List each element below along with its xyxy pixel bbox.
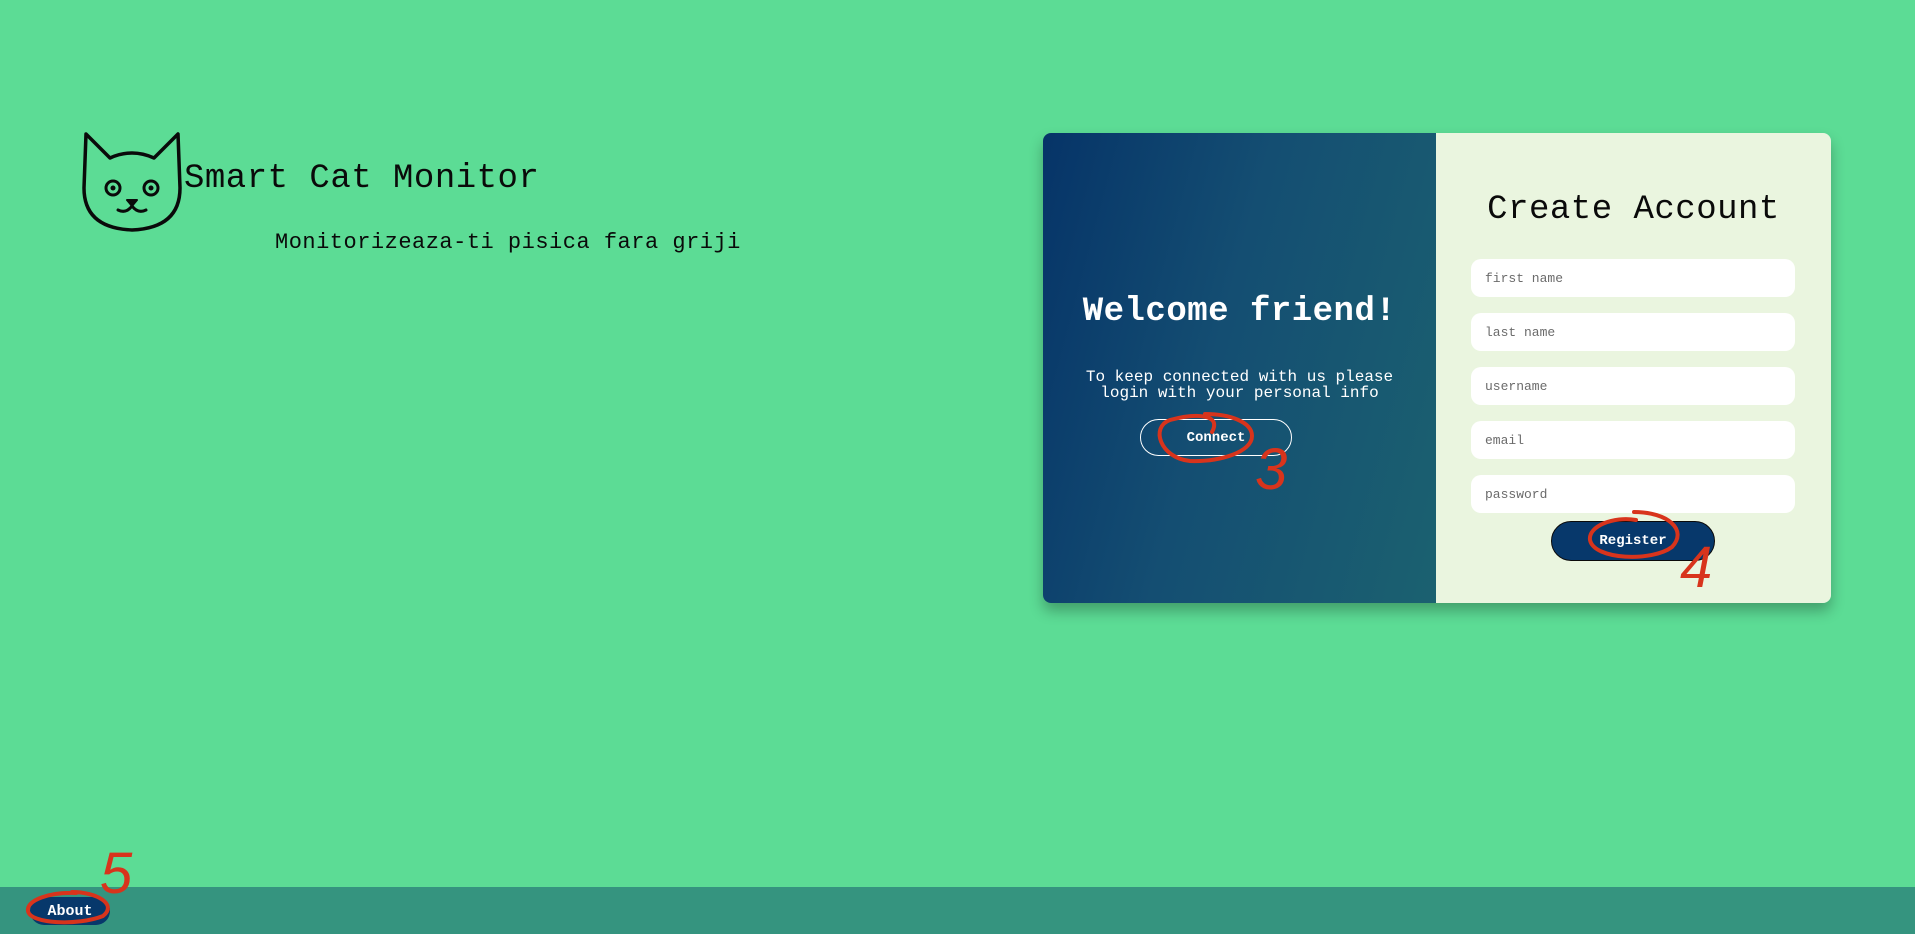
welcome-text: To keep connected with us please login w… xyxy=(1085,368,1394,402)
email-input[interactable] xyxy=(1471,421,1795,459)
form-title: Create Account xyxy=(1487,191,1780,229)
register-button[interactable]: Register xyxy=(1551,521,1715,561)
connect-button[interactable]: Connect xyxy=(1140,419,1292,456)
welcome-panel: Welcome friend! To keep connected with u… xyxy=(1043,133,1436,603)
about-button[interactable]: About xyxy=(30,897,110,925)
footer-bar: About xyxy=(0,887,1915,934)
app-title: Smart Cat Monitor xyxy=(184,160,540,198)
first-name-input[interactable] xyxy=(1471,259,1795,297)
welcome-title: Welcome friend! xyxy=(1082,293,1397,331)
brand-header: Smart Cat Monitor Monitorizeaza-ti pisic… xyxy=(80,130,780,270)
password-input[interactable] xyxy=(1471,475,1795,513)
register-panel: Create Account Register xyxy=(1436,133,1831,603)
username-input[interactable] xyxy=(1471,367,1795,405)
last-name-input[interactable] xyxy=(1471,313,1795,351)
auth-card: Welcome friend! To keep connected with u… xyxy=(1043,133,1831,603)
cat-face-icon xyxy=(82,132,182,232)
app-tagline: Monitorizeaza-ti pisica fara griji xyxy=(275,230,741,255)
